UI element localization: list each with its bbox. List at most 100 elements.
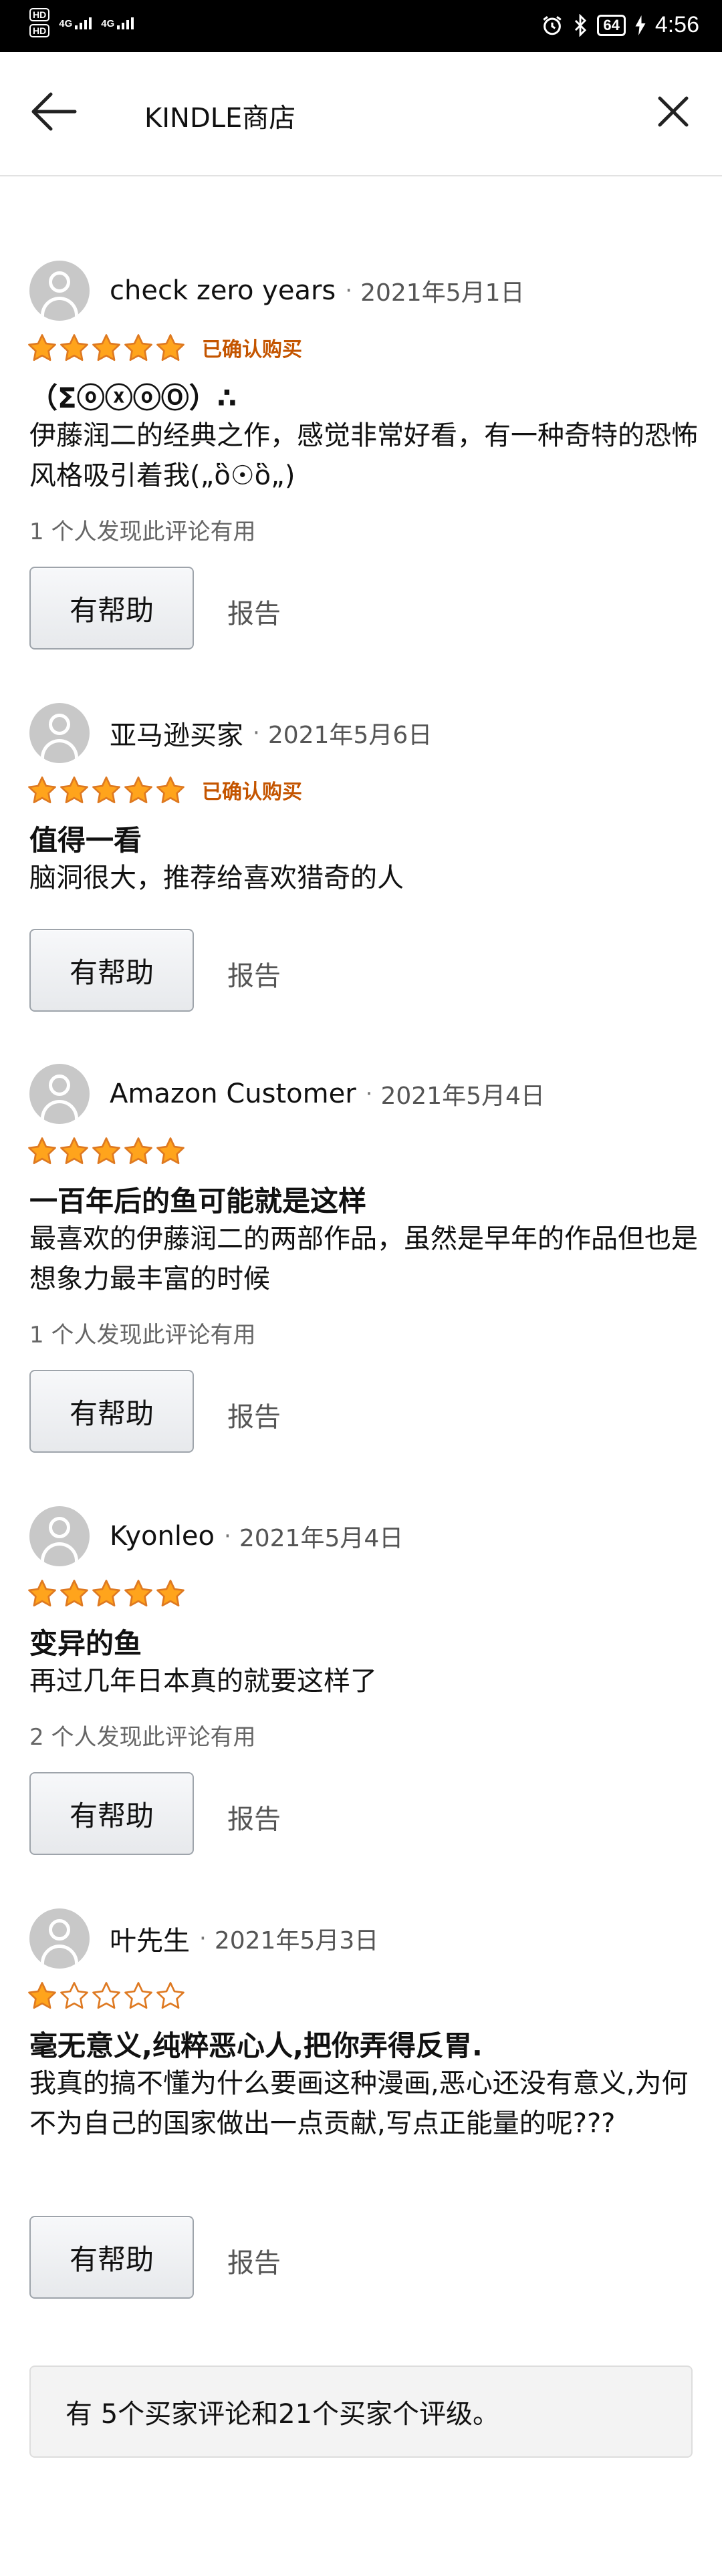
star-filled-icon — [60, 1137, 88, 1165]
system-indicators: 64 4:56 — [541, 12, 699, 38]
review-body: 脑洞很大，推荐给喜欢猎奇的人 — [29, 863, 404, 893]
review-date: 2021年5月6日 — [267, 722, 433, 749]
report-link[interactable]: 报告 — [227, 1798, 281, 1836]
review-body: 再过几年日本真的就要这样了 — [29, 1666, 377, 1697]
star-filled-icon — [28, 1580, 56, 1607]
helpful-button[interactable]: 有帮助 — [29, 567, 194, 650]
avatar — [29, 261, 90, 321]
helpful-count: 1 个人发现此评论有用 — [29, 1322, 256, 1348]
star-empty-icon — [124, 1982, 152, 2009]
star-filled-icon — [28, 1982, 56, 2009]
rating-row — [27, 1981, 186, 2010]
close-icon — [658, 96, 689, 127]
review-title: 值得一看 — [29, 824, 142, 857]
review-title: 毫无意义,纯粹恶心人,把你弄得反胃. — [29, 2029, 483, 2062]
report-link[interactable]: 报告 — [227, 2241, 281, 2280]
signal-group: 4G — [101, 16, 134, 29]
review-body: 最喜欢的伊藤润二的两部作品，虽然是早年的作品但也是想象力最丰富的时候 — [29, 1224, 698, 1294]
star-filled-icon — [156, 1580, 185, 1607]
review-date: 2021年5月1日 — [360, 279, 525, 307]
rating-row: 已确认购买 — [27, 333, 302, 362]
clock: 4:56 — [654, 12, 699, 37]
battery-icon: 64 — [597, 14, 626, 36]
reviewer-row: Amazon Customer · 2021年5月4日 — [29, 1064, 545, 1124]
rating-row — [27, 1578, 186, 1608]
separator: · — [345, 277, 353, 304]
separator: · — [253, 720, 260, 746]
star-filled-icon — [124, 776, 152, 804]
reviewer-name: check zero years — [110, 275, 336, 306]
report-link[interactable]: 报告 — [227, 954, 281, 993]
report-link[interactable]: 报告 — [227, 1395, 281, 1434]
review-title: （ΣⓞⓧⓞⓄ）∴ — [29, 382, 237, 414]
status-bar: HD HD 4G 4G 64 4:56 — [0, 0, 722, 52]
helpful-button[interactable]: 有帮助 — [29, 1370, 194, 1453]
network-indicators: HD HD 4G 4G — [29, 8, 134, 37]
hd-badge: HD — [29, 8, 50, 21]
signal-group: 4G — [59, 16, 92, 29]
star-filled-icon — [60, 776, 88, 804]
avatar — [29, 703, 90, 763]
star-rating — [27, 1981, 186, 2010]
star-filled-icon — [124, 334, 152, 362]
back-button[interactable] — [24, 82, 84, 142]
star-filled-icon — [92, 334, 120, 362]
reviewer-row: Kyonleo · 2021年5月4日 — [29, 1506, 403, 1566]
rating-row: 已确认购买 — [27, 775, 302, 805]
star-filled-icon — [156, 1137, 185, 1165]
star-rating — [27, 333, 186, 362]
star-rating — [27, 775, 186, 805]
star-rating — [27, 1136, 186, 1165]
review-date: 2021年5月4日 — [239, 1525, 404, 1552]
helpful-count: 1 个人发现此评论有用 — [29, 519, 256, 545]
star-filled-icon — [60, 1580, 88, 1607]
star-filled-icon — [124, 1137, 152, 1165]
verified-purchase-badge: 已确认购买 — [202, 780, 302, 804]
avatar — [29, 1506, 90, 1566]
reviewer-row: 亚马逊买家 · 2021年5月6日 — [29, 703, 432, 763]
star-filled-icon — [156, 334, 185, 362]
helpful-button[interactable]: 有帮助 — [29, 929, 194, 1012]
review-body: 伊藤润二的经典之作，感觉非常好看，有一种奇特的恐怖风格吸引着我(„ὃ☉ὃ„) — [29, 420, 698, 491]
avatar — [29, 1908, 90, 1969]
network-type: 4G — [59, 18, 73, 29]
star-empty-icon — [156, 1982, 185, 2009]
review-date: 2021年5月3日 — [214, 1927, 379, 1955]
rating-row — [27, 1136, 186, 1165]
page-title: KINDLE商店 — [144, 103, 296, 134]
charging-icon — [635, 15, 646, 35]
verified-purchase-badge: 已确认购买 — [202, 338, 302, 362]
arrow-left-icon — [31, 92, 77, 131]
star-filled-icon — [28, 1137, 56, 1165]
alarm-icon — [543, 15, 562, 35]
star-filled-icon — [124, 1580, 152, 1607]
separator: · — [224, 1523, 231, 1550]
review-summary-text: 有 5个买家评论和21个买家个评级。 — [66, 2399, 500, 2430]
star-filled-icon — [60, 334, 88, 362]
star-filled-icon — [92, 1580, 120, 1607]
reviewer-row: 叶先生 · 2021年5月3日 — [29, 1908, 378, 1969]
network-type: 4G — [101, 18, 115, 29]
reviewer-name: 亚马逊买家 — [110, 720, 243, 751]
review-title: 变异的鱼 — [29, 1627, 142, 1660]
separator: · — [199, 1925, 207, 1952]
close-button[interactable] — [643, 82, 703, 142]
star-filled-icon — [28, 776, 56, 804]
star-rating — [27, 1578, 186, 1608]
review-date: 2021年5月4日 — [380, 1083, 545, 1110]
helpful-button[interactable]: 有帮助 — [29, 2216, 194, 2299]
report-link[interactable]: 报告 — [227, 592, 281, 631]
signal-bars-icon — [75, 16, 92, 29]
reviewer-name: Amazon Customer — [110, 1079, 356, 1109]
app-header: KINDLE商店 — [0, 52, 722, 176]
hd-badge: HD — [29, 24, 50, 37]
star-filled-icon — [28, 334, 56, 362]
hd-badges: HD HD — [29, 8, 50, 37]
signal-bars-icon — [117, 16, 134, 29]
review-summary: 有 5个买家评论和21个买家个评级。 — [29, 2366, 693, 2458]
bluetooth-icon — [575, 13, 587, 37]
helpful-button[interactable]: 有帮助 — [29, 1772, 194, 1855]
helpful-count: 2 个人发现此评论有用 — [29, 1724, 256, 1751]
avatar — [29, 1064, 90, 1124]
separator: · — [365, 1081, 373, 1107]
